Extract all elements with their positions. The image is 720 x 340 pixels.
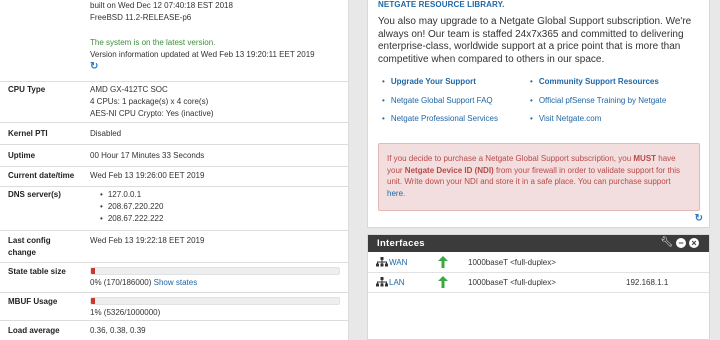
mbuf-text: 1% (5326/1000000) [90,308,161,317]
wrench-icon[interactable]: 🔧︎ [660,238,673,248]
dns-server: 127.0.0.1 [100,189,343,201]
minimize-icon[interactable]: − [676,238,686,248]
dns-list: 127.0.0.1 208.67.220.220 208.67.222.222 [90,189,343,225]
version-updated: Version information updated at Wed Feb 1… [90,50,315,59]
mbuf-progress [90,297,340,305]
interface-media: 1000baseT <full-duplex> [468,258,556,267]
ndi-alert: If you decide to purchase a Netgate Glob… [378,143,700,211]
state-table-text: 0% (170/186000) [90,278,152,287]
interface-media: 1000baseT <full-duplex> [468,278,556,287]
link-professional-services[interactable]: • Netgate Professional Services [382,113,498,125]
show-states-link[interactable]: Show states [154,278,198,287]
network-icon [376,277,388,287]
system-info-panel: built on Wed Dec 12 07:40:18 EST 2018 Fr… [0,0,349,340]
kernel-pti-row: Kernel PTI Disabled [0,122,349,144]
version-os: FreeBSD 11.2-RELEASE-p6 [90,13,192,22]
interfaces-header: Interfaces 🔧︎ − × [368,235,709,252]
refresh-icon[interactable]: ↻ [695,213,703,224]
interface-row-lan: LAN 1000baseT <full-duplex> 192.168.1.1 [368,273,709,293]
dns-row: DNS server(s) 127.0.0.1 208.67.220.220 2… [0,186,349,230]
current-date-row: Current date/time Wed Feb 13 19:26:00 EE… [0,166,349,186]
status-up-icon [438,256,448,268]
current-date-label: Current date/time [8,171,75,180]
mbuf-progress-fill [91,298,95,304]
version-row: built on Wed Dec 12 07:40:18 EST 2018 Fr… [0,0,349,81]
dns-server: 208.67.222.222 [100,213,343,225]
state-table-row: State table size 0% (170/186000) Show st… [0,262,349,292]
cpu-line: AMD GX-412TC SOC [90,85,168,94]
version-status: The system is on the latest version. [90,38,216,47]
link-pfsense-training[interactable]: • Official pfSense Training by Netgate [530,95,666,107]
uptime-label: Uptime [8,151,36,160]
last-config-row: Last config change Wed Feb 13 19:22:18 E… [0,230,349,262]
state-table-label: State table size [8,267,66,276]
last-config-label: Last config [8,236,51,245]
kernel-pti-label: Kernel PTI [8,129,48,138]
load-value: 0.36, 0.38, 0.39 [90,326,146,335]
load-row: Load average 0.36, 0.38, 0.39 [0,320,349,340]
kernel-pti-value: Disabled [90,129,122,138]
last-config-value: Wed Feb 13 19:22:18 EET 2019 [90,236,205,245]
dns-server: 208.67.220.220 [100,201,343,213]
network-icon [376,257,388,267]
uptime-row: Uptime 00 Hour 17 Minutes 33 Seconds [0,144,349,166]
link-support-faq[interactable]: • Netgate Global Support FAQ [382,95,493,107]
resource-library-title[interactable]: NETGATE RESOURCE LIBRARY. [378,0,505,9]
link-visit-netgate[interactable]: • Visit Netgate.com [530,113,601,125]
netgate-services-panel: NETGATE RESOURCE LIBRARY. You also may u… [367,0,710,228]
version-built: built on Wed Dec 12 07:40:18 EST 2018 [90,1,233,10]
interfaces-title: Interfaces [377,238,425,249]
last-config-label: change [8,248,37,257]
interface-name[interactable]: LAN [389,278,405,287]
cpu-label: CPU Type [8,85,46,94]
support-paragraph: You also may upgrade to a Netgate Global… [378,16,692,65]
link-community-resources[interactable]: • Community Support Resources [530,76,659,88]
state-table-progress-fill [91,268,95,274]
interface-ip: 192.168.1.1 [626,278,669,287]
cpu-line: AES-NI CPU Crypto: Yes (inactive) [90,109,214,118]
close-icon[interactable]: × [689,238,699,248]
link-upgrade-support[interactable]: • Upgrade Your Support [382,76,476,88]
mbuf-row: MBUF Usage 1% (5326/1000000) [0,292,349,320]
status-up-icon [438,276,448,288]
current-date-value: Wed Feb 13 19:26:00 EET 2019 [90,171,205,180]
purchase-support-link[interactable]: here [387,189,403,198]
interface-name[interactable]: WAN [389,258,407,267]
refresh-icon[interactable]: ↻ [90,61,343,72]
load-label: Load average [8,326,60,335]
mbuf-label: MBUF Usage [8,297,58,306]
uptime-value: 00 Hour 17 Minutes 33 Seconds [90,151,205,160]
state-table-progress [90,267,340,275]
dns-label: DNS server(s) [8,190,61,199]
cpu-line: 4 CPUs: 1 package(s) x 4 core(s) [90,97,209,106]
interfaces-widget: Interfaces 🔧︎ − × WAN 1000baseT <full-du… [367,234,710,340]
interface-row-wan: WAN 1000baseT <full-duplex> [368,253,709,273]
cpu-row: CPU Type AMD GX-412TC SOC 4 CPUs: 1 pack… [0,81,349,122]
